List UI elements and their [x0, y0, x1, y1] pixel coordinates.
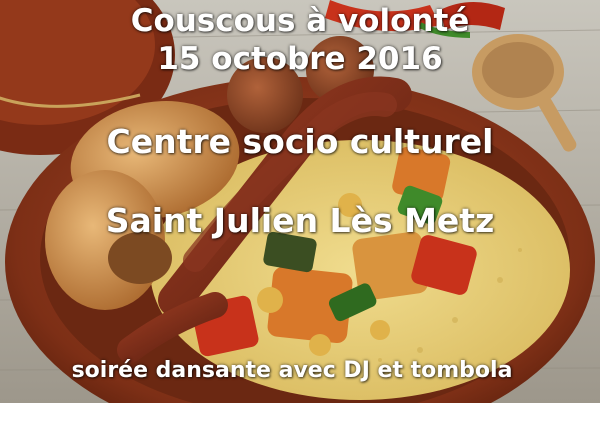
event-poster: Couscous à volonté 15 octobre 2016 Centr…	[0, 0, 600, 427]
venue-location: Saint Julien Lès Metz	[105, 201, 495, 240]
bottom-white-band	[0, 403, 600, 427]
event-title: Couscous à volonté	[130, 3, 470, 39]
venue-name: Centre socio culturel	[106, 122, 494, 161]
event-details: soirée dansante avec DJ et tombola	[71, 358, 513, 383]
event-date: 15 octobre 2016	[157, 41, 443, 77]
